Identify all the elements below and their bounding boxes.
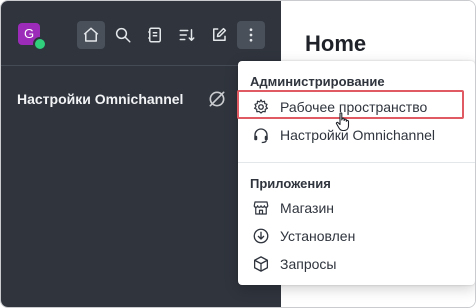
directory-button[interactable] bbox=[141, 21, 169, 49]
home-button[interactable] bbox=[77, 21, 105, 49]
cube-icon bbox=[253, 256, 269, 272]
menu-item-label: Запросы bbox=[280, 256, 337, 272]
store-icon bbox=[253, 201, 269, 215]
directory-icon bbox=[148, 27, 161, 43]
main-header: Home bbox=[281, 1, 475, 66]
administration-dropdown-menu: Администрирование Рабочее пространство Н… bbox=[237, 61, 475, 285]
sidebar-section-title: Настройки Omnichannel bbox=[17, 91, 184, 107]
download-circle-icon bbox=[253, 228, 269, 244]
menu-divider bbox=[238, 162, 475, 163]
kebab-menu-icon bbox=[249, 28, 253, 42]
headset-icon bbox=[254, 128, 268, 144]
menu-item-label: Магазин bbox=[280, 200, 335, 216]
menu-item-installed[interactable]: Установлен bbox=[238, 222, 475, 250]
menu-item-marketplace[interactable]: Магазин bbox=[238, 194, 475, 222]
sort-button[interactable] bbox=[173, 21, 201, 49]
app-window: G Настройки Omnichannel Home Администрир… bbox=[0, 0, 476, 308]
page-title: Home bbox=[305, 31, 367, 56]
administration-menu-button[interactable] bbox=[237, 21, 265, 49]
sidebar-topbar: G bbox=[1, 1, 281, 66]
menu-item-omnichannel[interactable]: Настройки Omnichannel bbox=[238, 121, 475, 149]
menu-section-administration: Администрирование bbox=[250, 74, 385, 89]
home-icon bbox=[83, 27, 99, 42]
menu-item-label: Настройки Omnichannel bbox=[280, 127, 436, 143]
omnichannel-off-icon[interactable] bbox=[207, 89, 227, 109]
online-status-indicator bbox=[33, 37, 47, 51]
menu-item-requests[interactable]: Запросы bbox=[238, 250, 475, 278]
create-new-icon bbox=[213, 27, 227, 41]
menu-item-label: Установлен bbox=[280, 228, 356, 244]
menu-section-apps: Приложения bbox=[250, 176, 331, 191]
sort-icon bbox=[179, 29, 195, 41]
search-icon bbox=[115, 27, 131, 43]
menu-item-workspace[interactable]: Рабочее пространство bbox=[237, 90, 475, 132]
create-new-button[interactable] bbox=[205, 21, 233, 49]
search-button[interactable] bbox=[109, 21, 137, 49]
